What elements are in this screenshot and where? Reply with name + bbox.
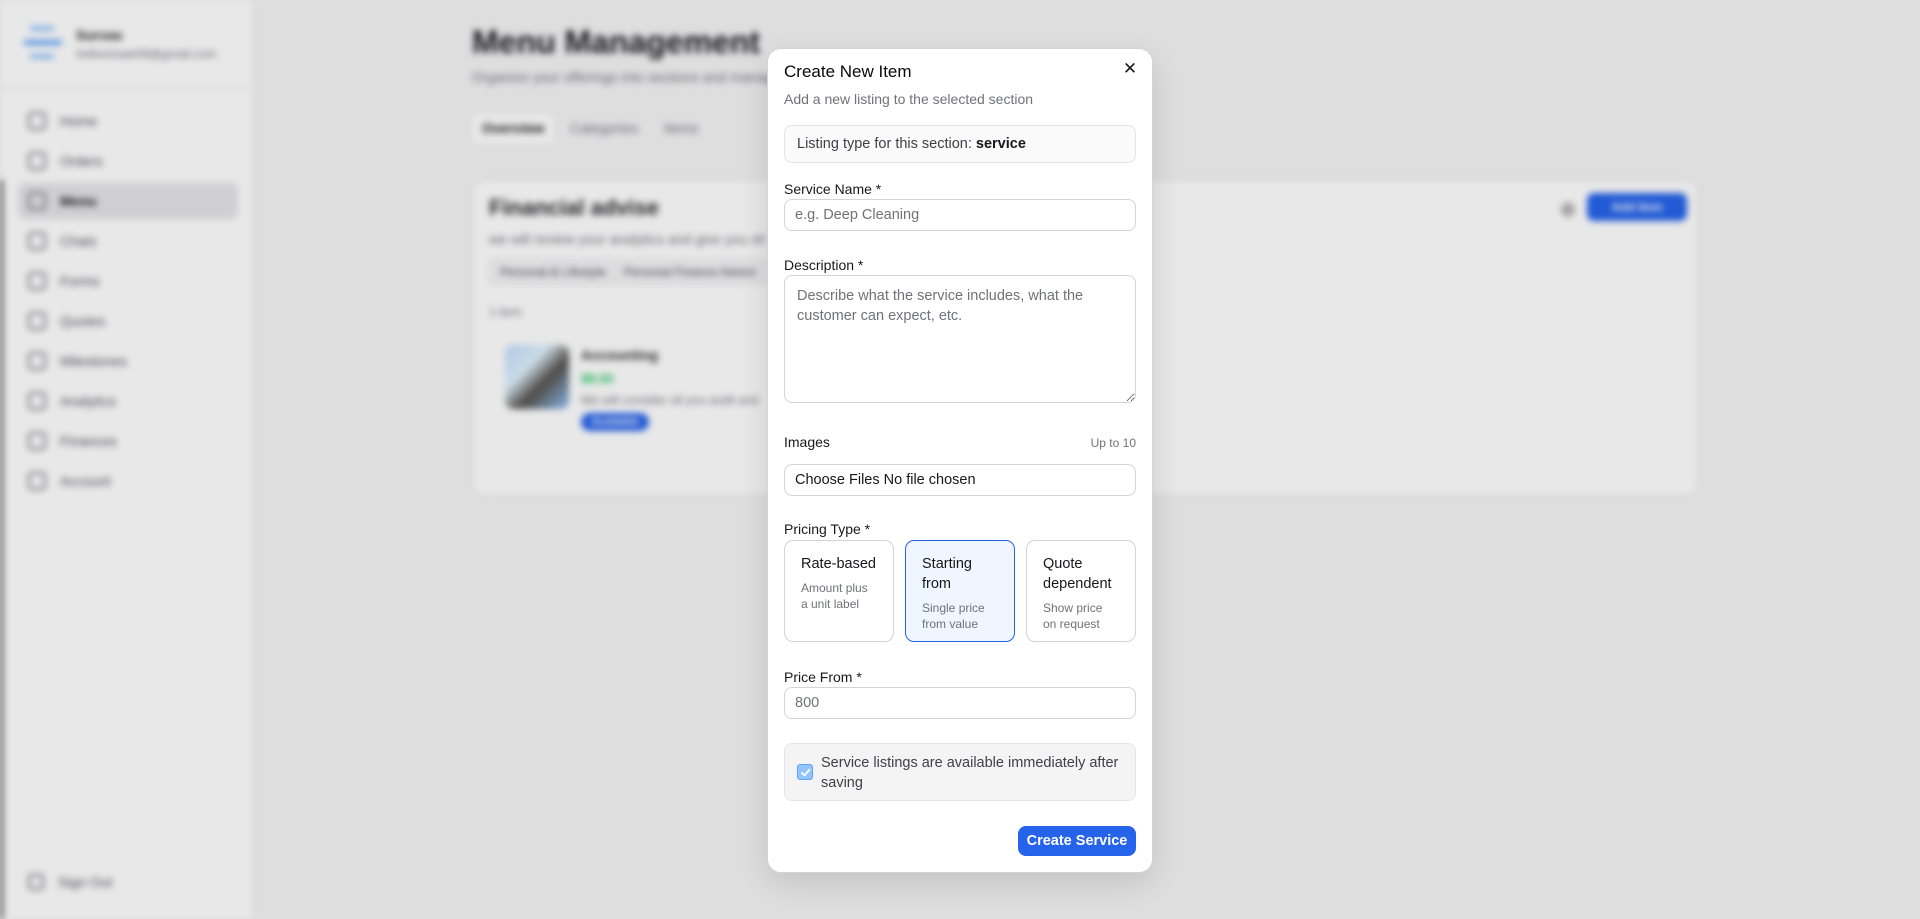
availability-notice: Service listings are available immediate… bbox=[784, 743, 1136, 801]
price-from-input[interactable] bbox=[784, 687, 1136, 719]
images-label: Images bbox=[784, 434, 830, 450]
images-hint: Up to 10 bbox=[1090, 436, 1136, 450]
pricing-option-title: Rate-based bbox=[801, 556, 876, 572]
create-item-modal: Create New Item ✕ Add a new listing to t… bbox=[767, 48, 1153, 873]
pricing-option-title: Quote dependent bbox=[1043, 556, 1112, 592]
price-from-label: Price From * bbox=[784, 669, 862, 685]
check-icon bbox=[800, 768, 810, 776]
description-label: Description * bbox=[784, 257, 864, 273]
close-icon[interactable]: ✕ bbox=[1120, 59, 1140, 79]
listing-type-info: Listing type for this section: service bbox=[784, 125, 1136, 163]
service-name-label: Service Name * bbox=[784, 181, 882, 197]
pricing-type-label: Pricing Type * bbox=[784, 521, 871, 537]
pricing-option-starting-from[interactable]: Starting from Single price from value bbox=[905, 540, 1015, 642]
pricing-option-title: Starting from bbox=[922, 556, 972, 592]
listing-type-value: service bbox=[975, 136, 1026, 152]
pricing-option-quote-dependent[interactable]: Quote dependent Show price on request bbox=[1026, 540, 1136, 642]
choose-files-button[interactable]: Choose Files bbox=[795, 472, 880, 488]
pricing-option-rate-based[interactable]: Rate-based Amount plus a unit label bbox=[784, 540, 894, 642]
pricing-option-desc: Single price from value bbox=[922, 601, 985, 631]
availability-checkbox[interactable] bbox=[797, 764, 813, 780]
modal-subtitle: Add a new listing to the selected sectio… bbox=[784, 91, 1034, 107]
listing-type-prefix: Listing type for this section: bbox=[797, 136, 972, 152]
pricing-option-desc: Show price on request bbox=[1043, 601, 1103, 631]
file-status: No file chosen bbox=[883, 472, 976, 488]
images-file-input[interactable]: Choose Files No file chosen bbox=[784, 464, 1136, 496]
modal-title: Create New Item bbox=[784, 62, 912, 81]
create-service-button[interactable]: Create Service bbox=[1018, 826, 1136, 856]
availability-text: Service listings are available immediate… bbox=[821, 755, 1119, 791]
description-textarea[interactable] bbox=[784, 275, 1136, 403]
pricing-option-desc: Amount plus a unit label bbox=[801, 581, 868, 611]
service-name-input[interactable] bbox=[784, 199, 1136, 231]
